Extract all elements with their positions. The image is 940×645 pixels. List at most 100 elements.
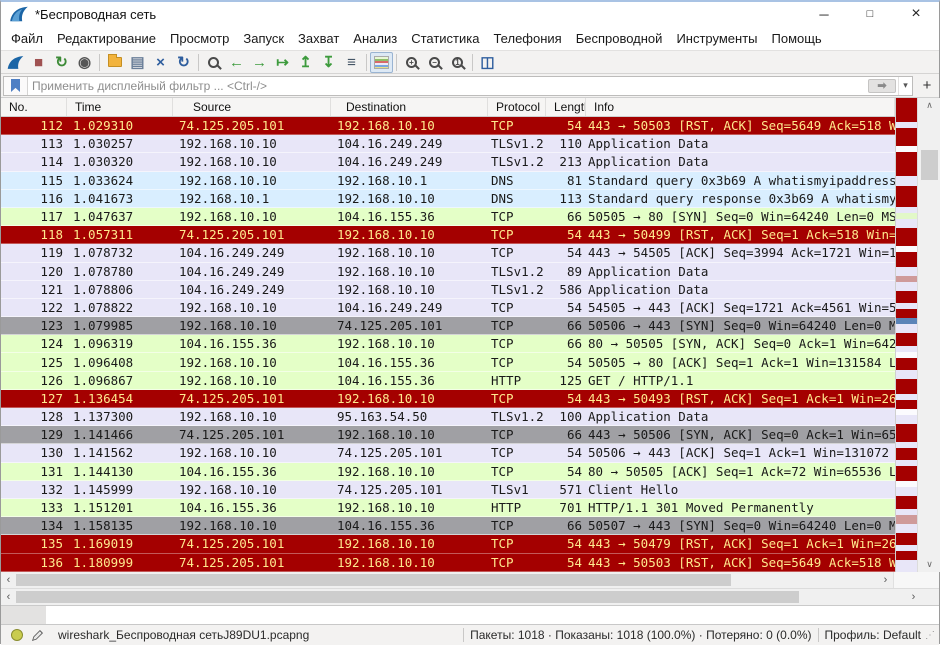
- cell-length: 571: [546, 482, 586, 497]
- scroll-right-arrow-icon[interactable]: ›: [878, 572, 893, 588]
- packet-row-126[interactable]: 1261.096867192.168.10.10104.16.155.36HTT…: [1, 372, 895, 390]
- scroll-left-arrow-icon[interactable]: ‹: [1, 589, 16, 605]
- packet-row-132[interactable]: 1321.145999192.168.10.1074.125.205.101TL…: [1, 481, 895, 499]
- restart-capture-icon[interactable]: ↻: [50, 52, 73, 73]
- zoom-out-icon[interactable]: −: [423, 52, 446, 73]
- close-file-icon[interactable]: ×: [149, 52, 172, 73]
- open-file-icon[interactable]: [103, 52, 126, 73]
- packet-row-124[interactable]: 1241.096319104.16.155.36192.168.10.10TCP…: [1, 335, 895, 353]
- column-header-source[interactable]: Source: [173, 98, 331, 116]
- auto-scroll-icon[interactable]: ≡: [340, 52, 363, 73]
- packet-row-134[interactable]: 1341.158135192.168.10.10104.16.155.36TCP…: [1, 517, 895, 535]
- packet-row-131[interactable]: 1311.144130104.16.155.36192.168.10.10TCP…: [1, 463, 895, 481]
- resize-columns-icon[interactable]: ◫: [476, 52, 499, 73]
- menu-item-7[interactable]: Телефония: [486, 28, 568, 49]
- vertical-scrollbar-thumb[interactable]: [921, 150, 938, 180]
- packet-row-119[interactable]: 1191.078732104.16.249.249192.168.10.10TC…: [1, 244, 895, 262]
- packet-row-115[interactable]: 1151.033624192.168.10.10192.168.10.1DNS8…: [1, 172, 895, 190]
- packet-row-117[interactable]: 1171.047637192.168.10.10104.16.155.36TCP…: [1, 208, 895, 226]
- menu-item-0[interactable]: Файл: [4, 28, 50, 49]
- save-file-icon[interactable]: ▤: [126, 52, 149, 73]
- expert-info-icon[interactable]: [11, 629, 23, 641]
- column-header-protocol[interactable]: Protocol: [488, 98, 546, 116]
- filter-dropdown-caret[interactable]: ▾: [898, 77, 912, 95]
- menu-item-2[interactable]: Просмотр: [163, 28, 236, 49]
- go-forward-icon[interactable]: →: [248, 52, 271, 73]
- cell-length: 66: [546, 336, 586, 351]
- zoom-in-icon[interactable]: +: [400, 52, 423, 73]
- go-last-packet-icon[interactable]: ↧: [317, 52, 340, 73]
- filter-bookmark-button[interactable]: [4, 77, 28, 95]
- packet-row-112[interactable]: 1121.02931074.125.205.101192.168.10.10TC…: [1, 117, 895, 135]
- packet-row-125[interactable]: 1251.096408192.168.10.10104.16.155.36TCP…: [1, 353, 895, 371]
- horizontal-scrollbar-thumb[interactable]: [16, 591, 799, 603]
- packet-row-121[interactable]: 1211.078806104.16.249.249192.168.10.10TL…: [1, 281, 895, 299]
- menu-item-9[interactable]: Инструменты: [669, 28, 764, 49]
- start-capture-icon[interactable]: [4, 52, 27, 73]
- cell-time: 1.041673: [67, 191, 173, 206]
- menu-item-3[interactable]: Запуск: [236, 28, 291, 49]
- capture-comment-icon[interactable]: [31, 629, 44, 642]
- packet-row-118[interactable]: 1181.05731174.125.205.101192.168.10.10TC…: [1, 226, 895, 244]
- cell-time: 1.096319: [67, 336, 173, 351]
- apply-filter-button[interactable]: ➡: [868, 79, 896, 93]
- packet-row-133[interactable]: 1331.151201104.16.155.36192.168.10.10HTT…: [1, 499, 895, 517]
- horizontal-scrollbar-thumb[interactable]: [16, 574, 731, 586]
- cell-info: 50505 → 80 [ACK] Seq=1 Ack=1 Win=131584 …: [586, 355, 895, 370]
- menu-item-1[interactable]: Редактирование: [50, 28, 163, 49]
- statusbar-separator: [818, 628, 819, 642]
- zoom-normal-icon[interactable]: 1: [446, 52, 469, 73]
- menu-item-10[interactable]: Помощь: [765, 28, 829, 49]
- packet-row-136[interactable]: 1361.18099974.125.205.101192.168.10.10TC…: [1, 554, 895, 572]
- column-header-info[interactable]: Info: [586, 98, 895, 116]
- packet-row-122[interactable]: 1221.078822192.168.10.10104.16.249.249TC…: [1, 299, 895, 317]
- menu-item-6[interactable]: Статистика: [404, 28, 486, 49]
- packet-row-129[interactable]: 1291.14146674.125.205.101192.168.10.10TC…: [1, 426, 895, 444]
- display-filter-input[interactable]: [28, 78, 868, 94]
- horizontal-scrollbar-track[interactable]: [16, 589, 906, 605]
- go-back-icon[interactable]: ←: [225, 52, 248, 73]
- add-filter-button[interactable]: +: [917, 76, 937, 96]
- column-header-length[interactable]: Length: [546, 98, 586, 116]
- menu-item-5[interactable]: Анализ: [346, 28, 404, 49]
- cell-time: 1.033624: [67, 173, 173, 188]
- intelligent-scrollbar-minimap[interactable]: [895, 98, 917, 572]
- packet-row-135[interactable]: 1351.16901974.125.205.101192.168.10.10TC…: [1, 535, 895, 553]
- packet-row-116[interactable]: 1161.041673192.168.10.1192.168.10.10DNS1…: [1, 190, 895, 208]
- horizontal-scrollbar-pane[interactable]: ‹ ›: [1, 588, 939, 605]
- horizontal-scrollbar-track[interactable]: [16, 572, 878, 588]
- scroll-down-arrow-icon[interactable]: ∨: [918, 557, 940, 572]
- column-header-no[interactable]: No.: [1, 98, 67, 116]
- column-header-destination[interactable]: Destination: [331, 98, 488, 116]
- stop-capture-icon[interactable]: ■: [27, 52, 50, 73]
- scroll-up-arrow-icon[interactable]: ∧: [918, 98, 940, 113]
- menu-item-8[interactable]: Беспроводной: [569, 28, 670, 49]
- go-first-packet-icon[interactable]: ↥: [294, 52, 317, 73]
- packet-row-128[interactable]: 1281.137300192.168.10.1095.163.54.50TLSv…: [1, 408, 895, 426]
- horizontal-scrollbar-list[interactable]: ‹ ›: [1, 571, 939, 588]
- reload-file-icon[interactable]: ↻: [172, 52, 195, 73]
- maximize-button[interactable]: □: [847, 2, 893, 26]
- packet-row-120[interactable]: 1201.078780104.16.249.249192.168.10.10TL…: [1, 263, 895, 281]
- minimize-button[interactable]: ─: [801, 2, 847, 26]
- profile-label[interactable]: Профиль: Default: [825, 628, 922, 642]
- close-button[interactable]: ×: [893, 2, 939, 26]
- scrollbar-end-spacer: [921, 589, 939, 605]
- find-packet-icon[interactable]: [202, 52, 225, 73]
- resize-grip-icon[interactable]: ⋰: [925, 630, 937, 641]
- capture-options-icon[interactable]: ◉: [73, 52, 96, 73]
- menu-item-4[interactable]: Захват: [291, 28, 346, 49]
- go-to-packet-icon[interactable]: ↦: [271, 52, 294, 73]
- column-header-time[interactable]: Time: [67, 98, 173, 116]
- packet-row-127[interactable]: 1271.13645474.125.205.101192.168.10.10TC…: [1, 390, 895, 408]
- colorize-packets-icon[interactable]: [370, 52, 393, 73]
- packet-row-123[interactable]: 1231.079985192.168.10.1074.125.205.101TC…: [1, 317, 895, 335]
- vertical-scrollbar[interactable]: ∧ ∨: [917, 98, 940, 572]
- cell-time: 1.141466: [67, 427, 173, 442]
- packet-row-113[interactable]: 1131.030257192.168.10.10104.16.249.249TL…: [1, 135, 895, 153]
- packet-row-130[interactable]: 1301.141562192.168.10.1074.125.205.101TC…: [1, 444, 895, 462]
- packet-row-114[interactable]: 1141.030320192.168.10.10104.16.249.249TL…: [1, 153, 895, 171]
- cell-source: 192.168.10.10: [173, 209, 331, 224]
- scroll-left-arrow-icon[interactable]: ‹: [1, 572, 16, 588]
- scroll-right-arrow-icon[interactable]: ›: [906, 589, 921, 605]
